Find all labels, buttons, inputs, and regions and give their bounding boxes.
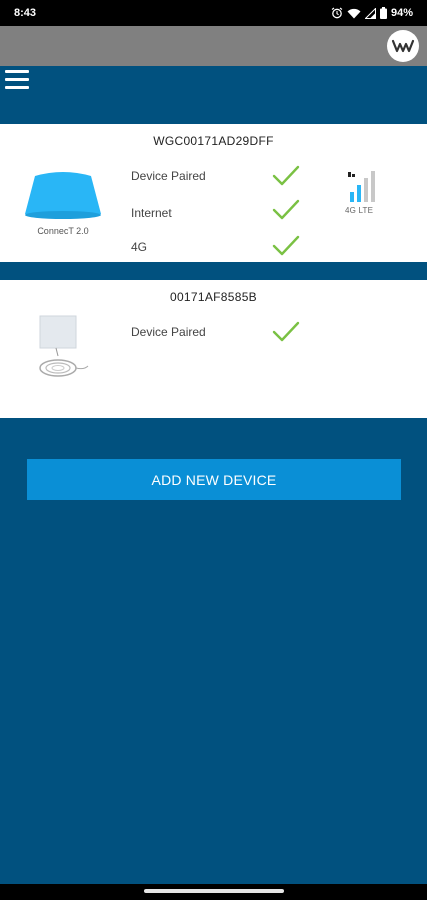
- add-new-device-button[interactable]: ADD NEW DEVICE: [27, 459, 401, 500]
- brand-logo: [387, 30, 419, 62]
- device-card[interactable]: WGC00171AD29DFF ConnecT 2.0 Device Paire…: [0, 124, 427, 262]
- check-icon: [272, 199, 300, 220]
- wifi-icon: [347, 8, 361, 19]
- cell-signal-icon: [364, 7, 376, 19]
- battery-percent: 94%: [390, 7, 413, 19]
- device-card[interactable]: 00171AF8585B Device Paired: [0, 280, 427, 418]
- app-bar: [0, 66, 427, 124]
- antenna-device-image: [39, 315, 89, 377]
- status-time: 8:43: [14, 7, 37, 19]
- navigation-bar: [0, 884, 427, 900]
- device-id: WGC00171AD29DFF: [153, 134, 274, 148]
- battery-icon: [379, 7, 387, 19]
- check-icon: [272, 165, 300, 186]
- status-bar: 8:43 94%: [0, 0, 427, 26]
- device-model-caption: ConnecT 2.0: [37, 226, 89, 236]
- connect-router-image: [25, 172, 101, 219]
- alarm-icon: [331, 7, 343, 19]
- status-label-4g: 4G: [131, 240, 148, 254]
- status-label-internet: Internet: [131, 206, 172, 220]
- device-id: 00171AF8585B: [169, 290, 257, 304]
- home-gesture-handle[interactable]: [144, 889, 284, 893]
- signal-type-label: 4G LTE: [345, 206, 374, 215]
- check-icon: [272, 235, 300, 256]
- status-icons: 94%: [331, 7, 413, 19]
- check-icon: [272, 321, 300, 342]
- status-label-device-paired: Device Paired: [131, 169, 206, 183]
- status-label-device-paired: Device Paired: [131, 325, 206, 339]
- top-bar: [0, 26, 427, 66]
- hamburger-menu-icon[interactable]: [5, 70, 29, 90]
